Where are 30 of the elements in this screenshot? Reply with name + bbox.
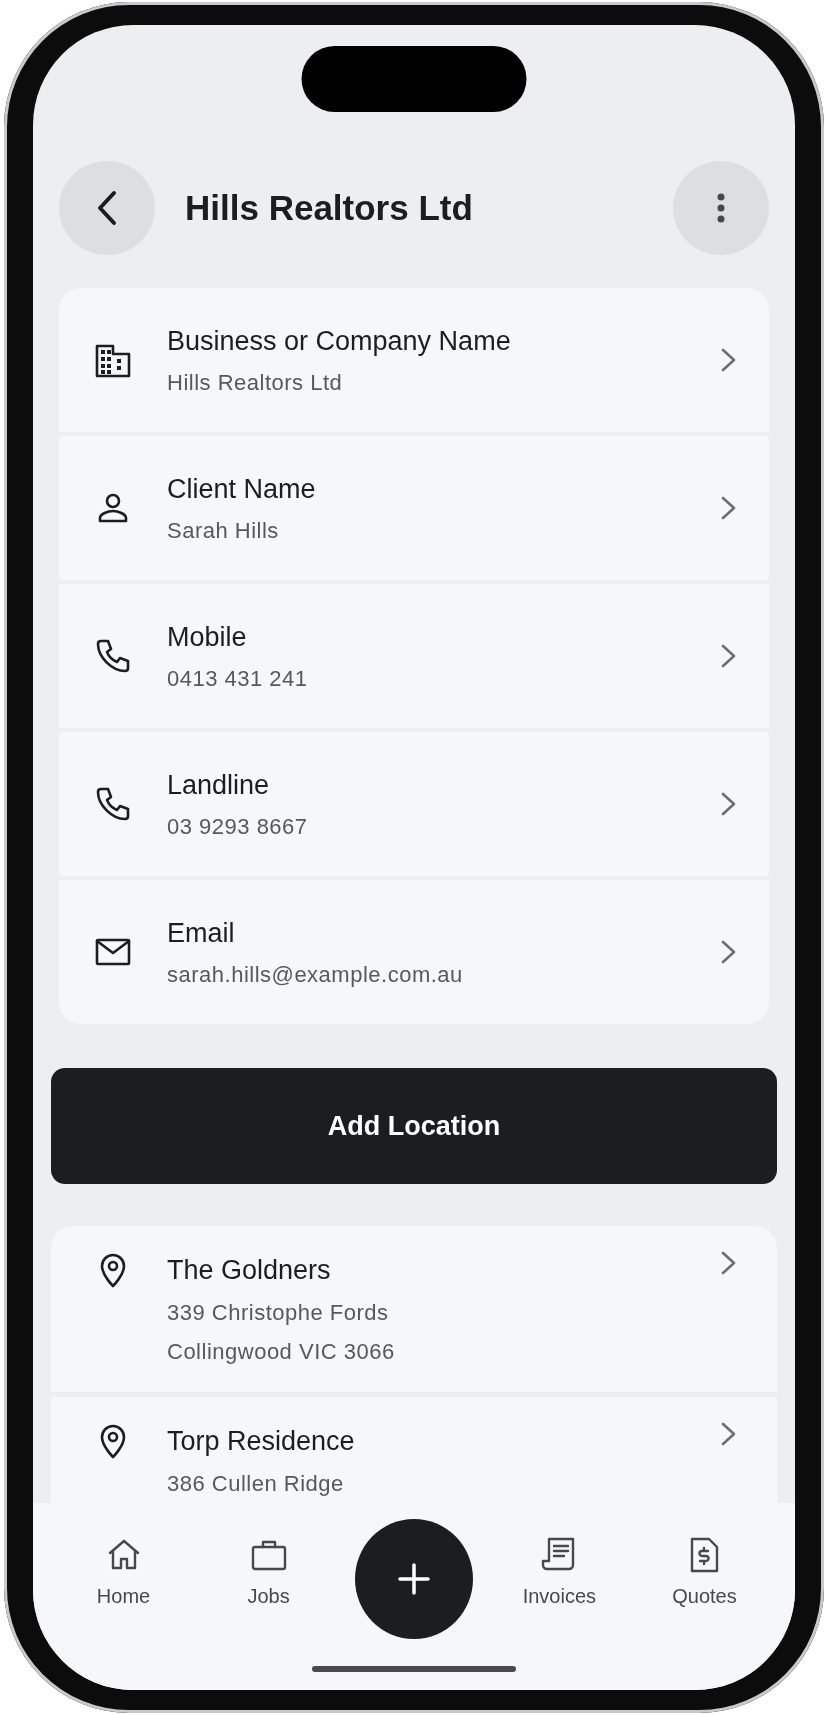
nav-tab[interactable]: Jobs bbox=[196, 1503, 342, 1690]
page-title: Hills Realtors Ltd bbox=[185, 187, 474, 229]
location-row[interactable]: The Goldners 339 Christophe Fords Collingwood VIC 3066 bbox=[51, 1226, 777, 1392]
add-location-button[interactable]: Add Location bbox=[51, 1068, 777, 1184]
field-label: Business or Company Name bbox=[167, 325, 512, 359]
address-line: 339 Christophe Fords bbox=[167, 1298, 390, 1327]
nav-tab[interactable]: Quotes bbox=[631, 1503, 777, 1690]
address-line: 386 Cullen Ridge bbox=[167, 1469, 345, 1498]
detail-row[interactable]: Landline 03 9293 8667 bbox=[59, 732, 769, 876]
field-label: Email bbox=[167, 917, 236, 951]
nav-tab[interactable]: Invoices bbox=[486, 1503, 632, 1690]
field-label: Mobile bbox=[167, 621, 248, 655]
location-name: The Goldners bbox=[167, 1254, 332, 1287]
location-row[interactable]: Torp Residence 386 Cullen Ridge bbox=[51, 1397, 777, 1503]
field-value: Hills Realtors Ltd bbox=[167, 368, 344, 397]
field-value: 03 9293 8667 bbox=[167, 812, 309, 841]
nav-tab[interactable]: Home bbox=[51, 1503, 197, 1690]
field-label: Client Name bbox=[167, 473, 317, 507]
detail-row[interactable]: Mobile 0413 431 241 bbox=[59, 584, 769, 728]
detail-row[interactable]: Email sarah.hills@example.com.au bbox=[59, 880, 769, 1024]
field-value: 0413 431 241 bbox=[167, 664, 309, 693]
field-value: Sarah Hills bbox=[167, 516, 280, 545]
detail-row[interactable]: Business or Company Name Hills Realtors Ltd bbox=[59, 288, 769, 432]
location-name: Torp Residence bbox=[167, 1425, 356, 1458]
more-icon bbox=[717, 193, 725, 223]
detail-row[interactable]: Client Name Sarah Hills bbox=[59, 436, 769, 580]
field-value: sarah.hills@example.com.au bbox=[167, 960, 464, 989]
field-label: Landline bbox=[167, 769, 271, 803]
address-line: Collingwood VIC 3066 bbox=[167, 1337, 396, 1366]
plus-icon bbox=[398, 1563, 430, 1595]
